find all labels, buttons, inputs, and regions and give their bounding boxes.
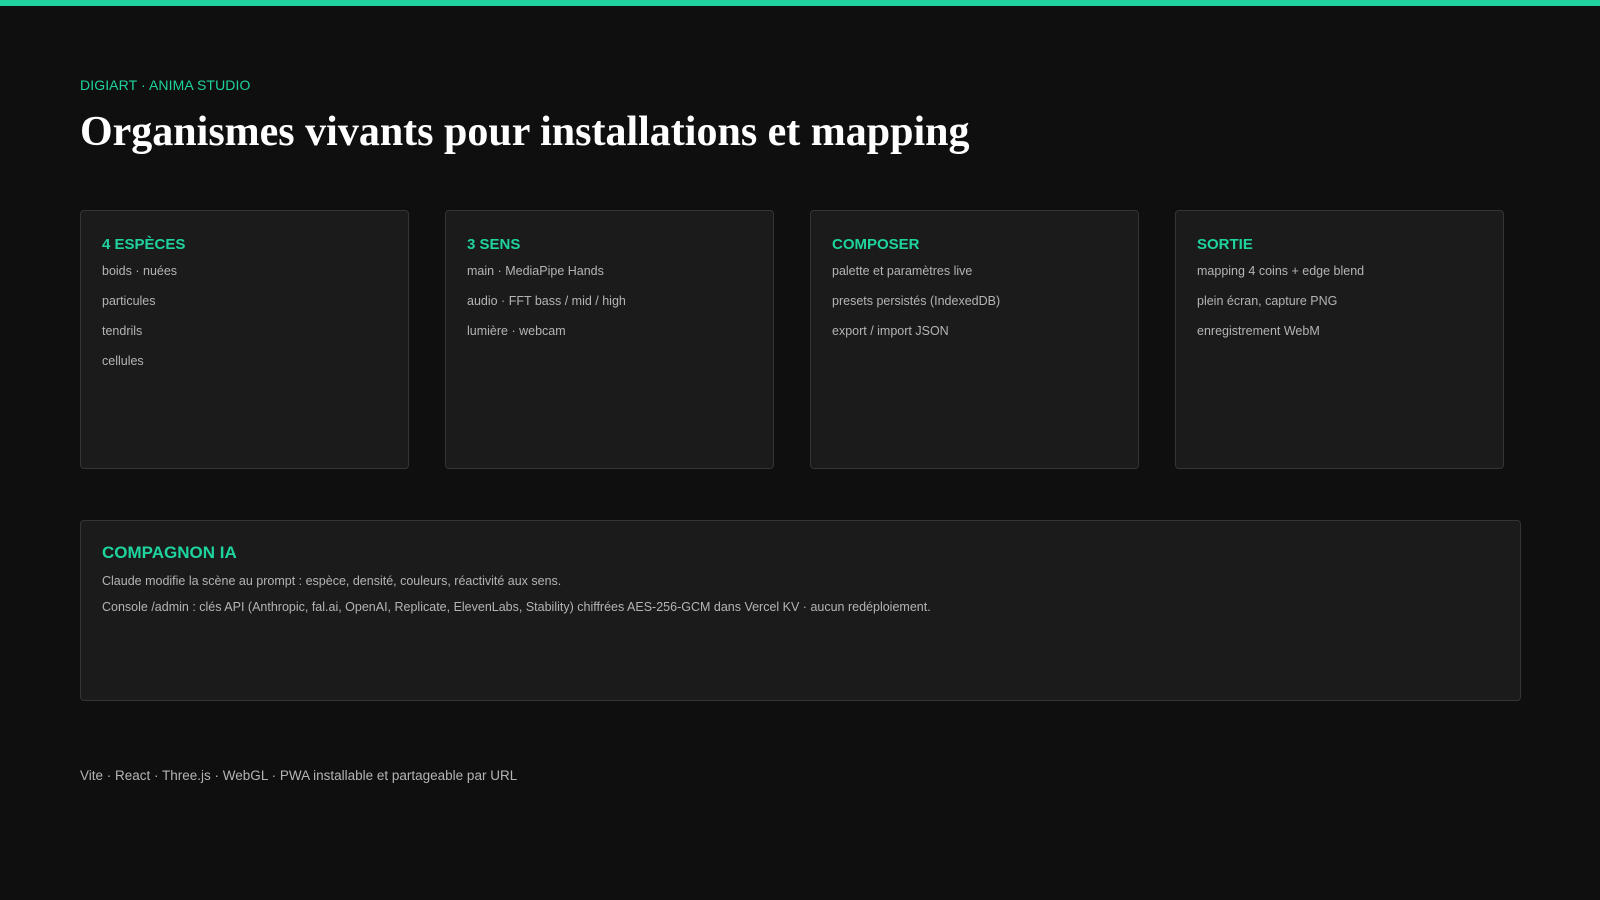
card-sens: 3 SENS main · MediaPipe Hands audio · FF… <box>445 210 774 469</box>
list-item: enregistrement WebM <box>1197 324 1320 338</box>
list-item: cellules <box>102 354 144 368</box>
eyebrow-label: DIGIART · ANIMA STUDIO <box>80 77 251 93</box>
list-item: boids · nuées <box>102 264 178 278</box>
list-item: main · MediaPipe Hands <box>467 264 604 278</box>
list-item: palette et paramètres live <box>832 264 973 278</box>
companion-panel: COMPAGNON IA Claude modifie la scène au … <box>80 520 1521 701</box>
list-item: mapping 4 coins + edge blend <box>1197 264 1365 278</box>
card-list: palette et paramètres live presets persi… <box>832 264 1117 339</box>
list-item: presets persistés (IndexedDB) <box>832 294 1001 308</box>
card-sortie: SORTIE mapping 4 coins + edge blend plei… <box>1175 210 1504 469</box>
companion-line: Console /admin : clés API (Anthropic, fa… <box>102 600 931 614</box>
list-item: export / import JSON <box>832 324 949 338</box>
card-title: 4 ESPÈCES <box>102 236 186 253</box>
companion-line: Claude modifie la scène au prompt : espè… <box>102 574 562 588</box>
list-item: particules <box>102 294 156 308</box>
card-list: boids · nuées particules tendrils cellul… <box>102 264 387 369</box>
card-title: COMPOSER <box>832 236 920 253</box>
accent-top-bar <box>0 0 1600 6</box>
card-title: SORTIE <box>1197 236 1253 253</box>
list-item: plein écran, capture PNG <box>1197 294 1338 308</box>
list-item: lumière · webcam <box>467 324 566 338</box>
footer-tech-stack: Vite · React · Three.js · WebGL · PWA in… <box>80 768 518 783</box>
page-title: Organismes vivants pour installations et… <box>80 109 970 155</box>
card-list: mapping 4 coins + edge blend plein écran… <box>1197 264 1482 339</box>
companion-title: COMPAGNON IA <box>102 543 237 562</box>
list-item: audio · FFT bass / mid / high <box>467 294 626 308</box>
card-title: 3 SENS <box>467 236 521 253</box>
card-composer: COMPOSER palette et paramètres live pres… <box>810 210 1139 469</box>
card-especes: 4 ESPÈCES boids · nuées particules tendr… <box>80 210 409 469</box>
list-item: tendrils <box>102 324 143 338</box>
card-list: main · MediaPipe Hands audio · FFT bass … <box>467 264 752 339</box>
